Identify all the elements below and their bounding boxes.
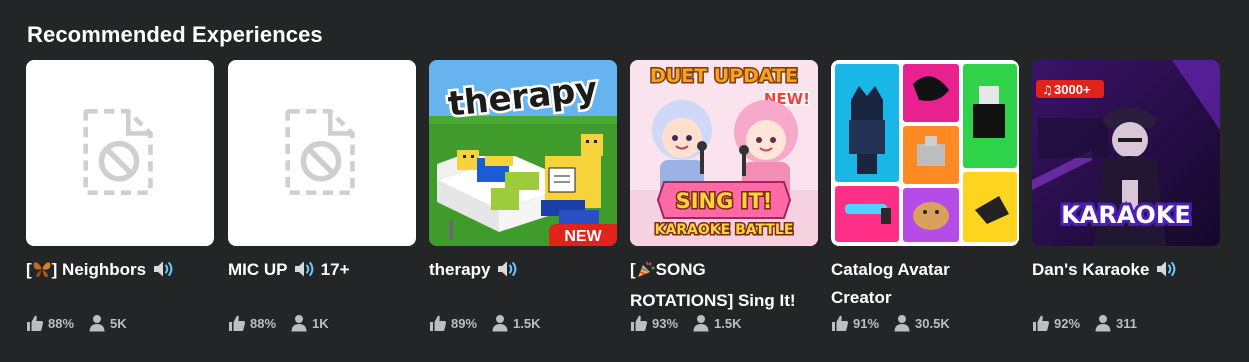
player-count: 311 xyxy=(1116,315,1138,331)
thumbs-up-icon xyxy=(429,314,447,332)
game-title[interactable]: therapy xyxy=(429,256,629,284)
thumbnail-badge: 3000+ xyxy=(1054,82,1091,97)
speaker-icon xyxy=(153,260,175,278)
game-thumbnail[interactable]: DUET UPDATE NEW! SING IT! KARAOKE BATTLE xyxy=(630,60,818,246)
game-stats: 91% 30.5K xyxy=(831,313,950,333)
person-icon xyxy=(692,314,710,332)
game-thumbnail[interactable]: ♫ 3000+ KARAOKE xyxy=(1032,60,1220,246)
player-count: 1K xyxy=(312,315,329,331)
thumbs-up-icon xyxy=(26,314,44,332)
person-icon xyxy=(491,314,509,332)
game-title[interactable]: [] Neighbors xyxy=(26,256,226,287)
thumbs-up-icon xyxy=(228,314,246,332)
thumbnail-title: KARAOKE xyxy=(1061,201,1191,229)
broken-image-icon xyxy=(86,111,151,192)
new-badge: NEW xyxy=(564,228,602,245)
butterfly-emoji xyxy=(32,259,52,287)
game-stats: 88% 5K xyxy=(26,313,127,333)
game-thumbnail[interactable] xyxy=(228,60,416,246)
thumbnail-music-note: ♫ xyxy=(1042,83,1053,97)
thumbs-up-icon xyxy=(1032,314,1050,332)
game-title[interactable]: Catalog Avatar Creator xyxy=(831,256,1031,312)
game-title[interactable]: Dan's Karaoke xyxy=(1032,256,1232,284)
rating-value: 92% xyxy=(1054,315,1081,331)
section-title: Recommended Experiences xyxy=(27,22,323,47)
player-count: 5K xyxy=(110,315,127,331)
game-title[interactable]: MIC UP 17+ xyxy=(228,256,428,284)
rating-value: 88% xyxy=(250,315,277,331)
thumbnail-title: DUET UPDATE xyxy=(650,65,798,87)
rating-value: 91% xyxy=(853,315,880,331)
rating-value: 93% xyxy=(652,315,679,331)
game-thumbnail[interactable] xyxy=(831,60,1019,246)
game-stats: 93% 1.5K xyxy=(630,313,742,333)
broken-image-icon xyxy=(288,111,353,192)
game-thumbnail[interactable]: therapy NEW xyxy=(429,60,617,246)
game-stats: 92% 311 xyxy=(1032,313,1137,333)
thumbs-up-icon xyxy=(831,314,849,332)
game-thumbnail[interactable] xyxy=(26,60,214,246)
player-count: 30.5K xyxy=(915,315,950,331)
game-title[interactable]: [SONG ROTATIONS] Sing It! xyxy=(630,256,830,315)
thumbs-up-icon xyxy=(630,314,648,332)
game-stats: 88% 1K xyxy=(228,313,329,333)
speaker-icon xyxy=(294,260,316,278)
player-count: 1.5K xyxy=(513,315,541,331)
party-popper-emoji xyxy=(636,259,656,287)
person-icon xyxy=(88,314,106,332)
rating-value: 89% xyxy=(451,315,478,331)
speaker-icon xyxy=(497,260,519,278)
thumbnail-subtitle: KARAOKE BATTLE xyxy=(655,222,794,238)
person-icon xyxy=(1094,314,1112,332)
thumbnail-sign-text: SING IT! xyxy=(676,189,773,213)
player-count: 1.5K xyxy=(714,315,742,331)
speaker-icon xyxy=(1156,260,1178,278)
age-rating: 17+ xyxy=(320,260,350,279)
person-icon xyxy=(290,314,308,332)
game-stats: 89% 1.5K xyxy=(429,313,541,333)
person-icon xyxy=(893,314,911,332)
rating-value: 88% xyxy=(48,315,75,331)
